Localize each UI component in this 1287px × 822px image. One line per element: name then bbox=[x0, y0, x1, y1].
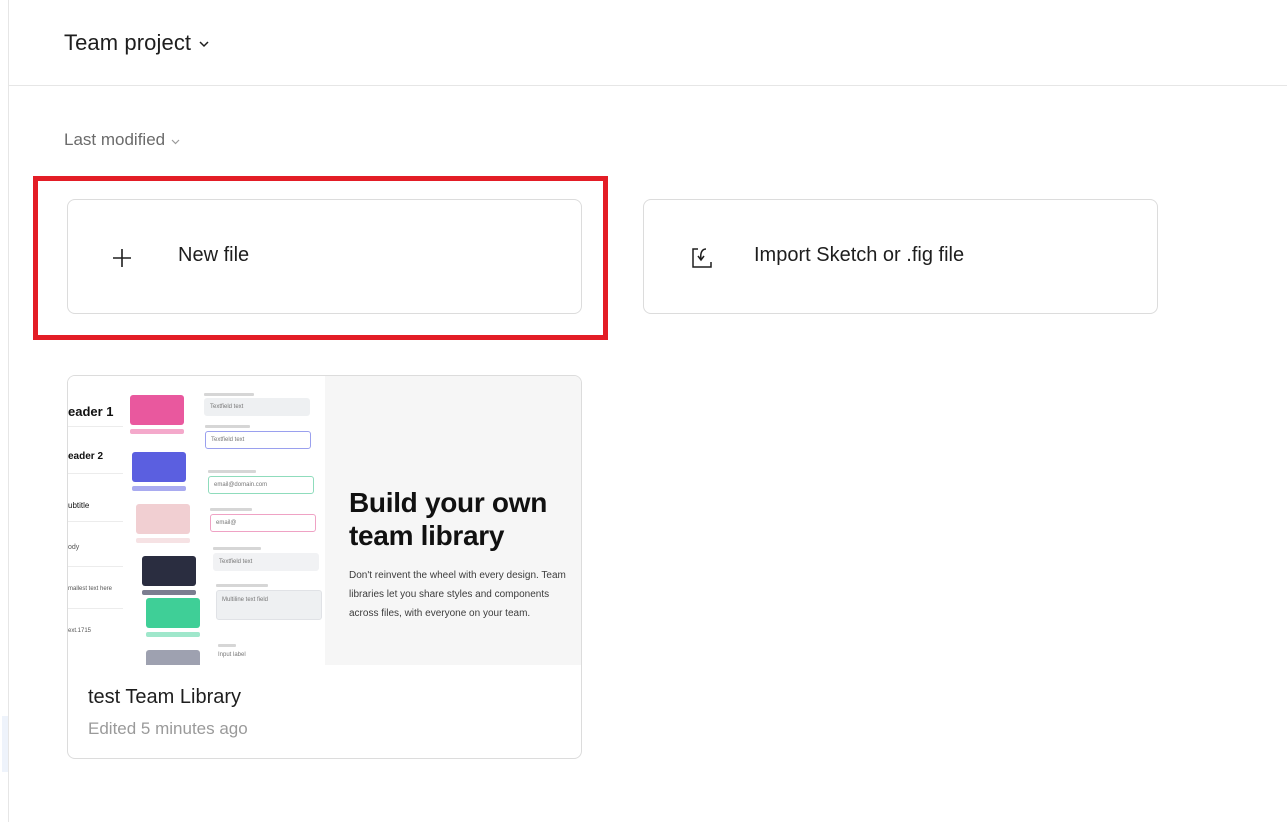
import-file-button[interactable]: Import Sketch or .fig file bbox=[643, 199, 1158, 314]
project-title: Team project bbox=[64, 30, 192, 55]
thumbnail-divider bbox=[68, 426, 123, 427]
field-label bbox=[213, 547, 261, 550]
new-file-button[interactable]: New file bbox=[67, 199, 582, 314]
thumbnail-divider bbox=[68, 566, 123, 567]
file-card[interactable]: eader 1 eader 2 ubtitle ody mallest text… bbox=[67, 375, 582, 759]
color-swatch-bar bbox=[142, 590, 196, 595]
thumbnail-divider bbox=[68, 608, 123, 609]
thumbnail-heading: ext.1715 bbox=[68, 628, 92, 634]
thumbnail-field: email@domain.com bbox=[208, 476, 314, 494]
thumbnail-field-text: Input label bbox=[218, 652, 246, 658]
color-swatch-bar bbox=[146, 632, 200, 637]
project-title-dropdown[interactable]: Team project bbox=[64, 30, 209, 56]
color-swatch bbox=[146, 650, 200, 665]
color-swatch bbox=[132, 452, 186, 482]
thumbnail-heading: ubtitle bbox=[68, 501, 90, 510]
color-swatch-bar bbox=[132, 486, 186, 491]
thumbnail-field: email@ bbox=[210, 514, 316, 532]
thumbnail-divider bbox=[68, 521, 123, 522]
color-swatch bbox=[136, 504, 190, 534]
color-swatch bbox=[142, 556, 196, 586]
left-panel-edge bbox=[2, 716, 8, 772]
thumbnail-heading: eader 1 bbox=[68, 404, 114, 419]
field-label bbox=[208, 470, 256, 473]
import-label: Import Sketch or .fig file bbox=[754, 244, 965, 266]
file-edited-time: Edited 5 minutes ago bbox=[88, 719, 248, 738]
thumbnail-heading: eader 2 bbox=[68, 451, 104, 462]
chevron-down-icon bbox=[199, 35, 209, 53]
thumbnail-divider bbox=[68, 473, 123, 474]
color-swatch bbox=[146, 598, 200, 628]
plus-icon bbox=[102, 238, 142, 278]
file-name: test Team Library bbox=[88, 686, 242, 708]
color-swatch bbox=[130, 395, 184, 425]
thumbnail-field: Multiline text field bbox=[216, 590, 322, 620]
thumbnail-description: Don't reinvent the wheel with every desi… bbox=[349, 570, 566, 619]
sort-dropdown[interactable]: Last modified bbox=[64, 130, 180, 150]
sort-label: Last modified bbox=[64, 130, 166, 149]
thumbnail-field: Textfield text bbox=[204, 398, 310, 416]
thumbnail-heading: mallest text here bbox=[68, 586, 113, 592]
color-swatch-bar bbox=[136, 538, 190, 543]
color-swatch-bar bbox=[130, 429, 184, 434]
field-label bbox=[204, 393, 254, 396]
thumbnail-title: Build your own team library bbox=[349, 487, 548, 551]
new-file-label: New file bbox=[178, 244, 250, 266]
field-label bbox=[218, 644, 236, 647]
chevron-down-icon bbox=[171, 132, 180, 150]
thumbnail-heading: ody bbox=[68, 544, 80, 551]
import-icon bbox=[682, 238, 722, 278]
page-header: Team project bbox=[9, 0, 1287, 86]
file-thumbnail: eader 1 eader 2 ubtitle ody mallest text… bbox=[68, 376, 581, 665]
thumbnail-field: Textfield text bbox=[213, 553, 319, 571]
field-label bbox=[210, 508, 252, 511]
left-panel-border bbox=[8, 0, 9, 822]
field-label bbox=[205, 425, 250, 428]
field-label bbox=[216, 584, 268, 587]
thumbnail-style-sheet: eader 1 eader 2 ubtitle ody mallest text… bbox=[68, 376, 325, 665]
thumbnail-field: Textfield text bbox=[205, 431, 311, 449]
